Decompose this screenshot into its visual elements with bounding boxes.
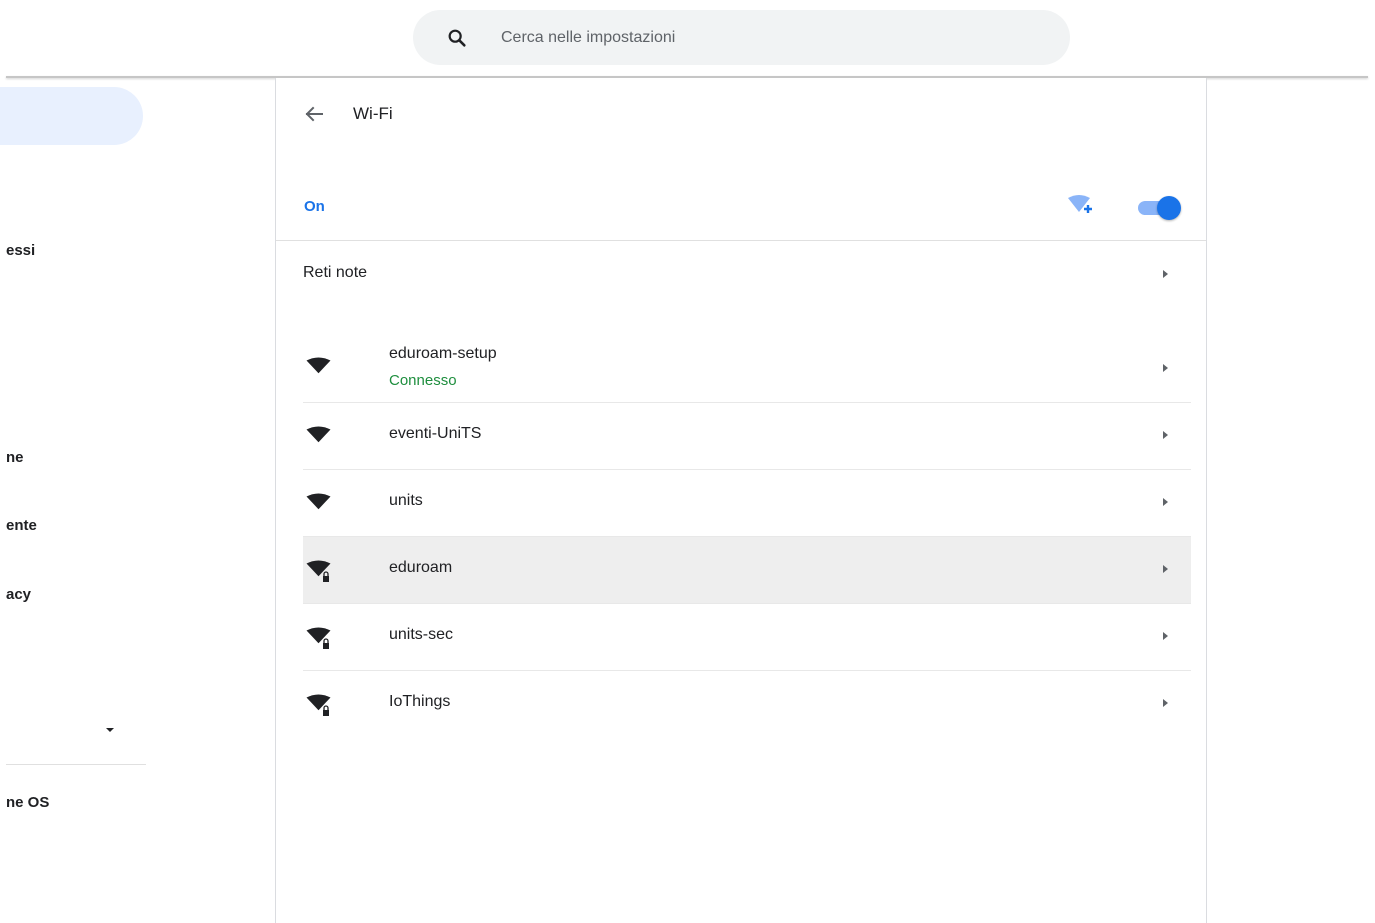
sidebar-item-label[interactable]: ne OS bbox=[6, 794, 49, 811]
sidebar-item-label[interactable]: essi bbox=[6, 242, 35, 259]
network-name: units-sec bbox=[389, 626, 454, 643]
wifi-signal-icon bbox=[305, 425, 339, 453]
sidebar-item-label[interactable]: ente bbox=[6, 517, 37, 534]
network-name: eduroam bbox=[389, 559, 453, 576]
chevron-right-icon bbox=[1160, 497, 1170, 507]
sidebar: essi ne ente acy ne OS bbox=[0, 78, 274, 923]
chevron-right-icon bbox=[1160, 269, 1170, 279]
chevron-right-icon bbox=[1160, 363, 1170, 373]
network-name: units bbox=[389, 492, 423, 509]
arrow-back-icon[interactable] bbox=[302, 102, 326, 126]
search-box[interactable] bbox=[413, 10, 1070, 65]
network-name: IoThings bbox=[389, 693, 451, 710]
chevron-right-icon bbox=[1160, 430, 1170, 440]
sidebar-item-label[interactable]: acy bbox=[6, 586, 31, 603]
network-item-eduroam[interactable]: eduroam bbox=[303, 537, 1191, 604]
wifi-settings-card: Wi-Fi On Reti note eduroam-setup Conness… bbox=[275, 78, 1207, 923]
wifi-state-label: On bbox=[304, 198, 325, 215]
caret-down-icon[interactable] bbox=[103, 722, 117, 732]
wifi-lock-icon bbox=[305, 626, 339, 654]
network-item-eventi-units[interactable]: eventi-UniTS bbox=[303, 403, 1191, 470]
network-item-eduroam-setup[interactable]: eduroam-setup Connesso bbox=[303, 326, 1191, 403]
toggle-knob bbox=[1157, 196, 1181, 220]
top-bar bbox=[0, 0, 1375, 78]
network-item-units-sec[interactable]: units-sec bbox=[303, 604, 1191, 671]
chevron-right-icon bbox=[1160, 564, 1170, 574]
chevron-right-icon bbox=[1160, 698, 1170, 708]
wifi-toggle[interactable] bbox=[1136, 195, 1182, 221]
known-networks-label: Reti note bbox=[303, 264, 368, 281]
wifi-lock-icon bbox=[305, 693, 339, 721]
wifi-add-icon[interactable] bbox=[1066, 195, 1094, 219]
wifi-signal-icon bbox=[305, 492, 339, 520]
search-icon[interactable] bbox=[446, 27, 468, 49]
search-input[interactable] bbox=[499, 22, 1043, 54]
wifi-lock-icon bbox=[305, 559, 339, 587]
wifi-signal-icon bbox=[305, 356, 339, 384]
network-name: eventi-UniTS bbox=[389, 425, 482, 442]
chevron-right-icon bbox=[1160, 631, 1170, 641]
network-name: eduroam-setup bbox=[389, 345, 497, 362]
sidebar-divider bbox=[6, 764, 146, 765]
network-item-units[interactable]: units bbox=[303, 470, 1191, 537]
page-title: Wi-Fi bbox=[353, 104, 393, 123]
network-item-iothings[interactable]: IoThings bbox=[303, 671, 1191, 738]
sidebar-item-network-active[interactable] bbox=[0, 87, 143, 145]
known-networks-row[interactable]: Reti note bbox=[276, 241, 1206, 305]
sidebar-item-label[interactable]: ne bbox=[6, 449, 24, 466]
network-status: Connesso bbox=[389, 372, 457, 389]
